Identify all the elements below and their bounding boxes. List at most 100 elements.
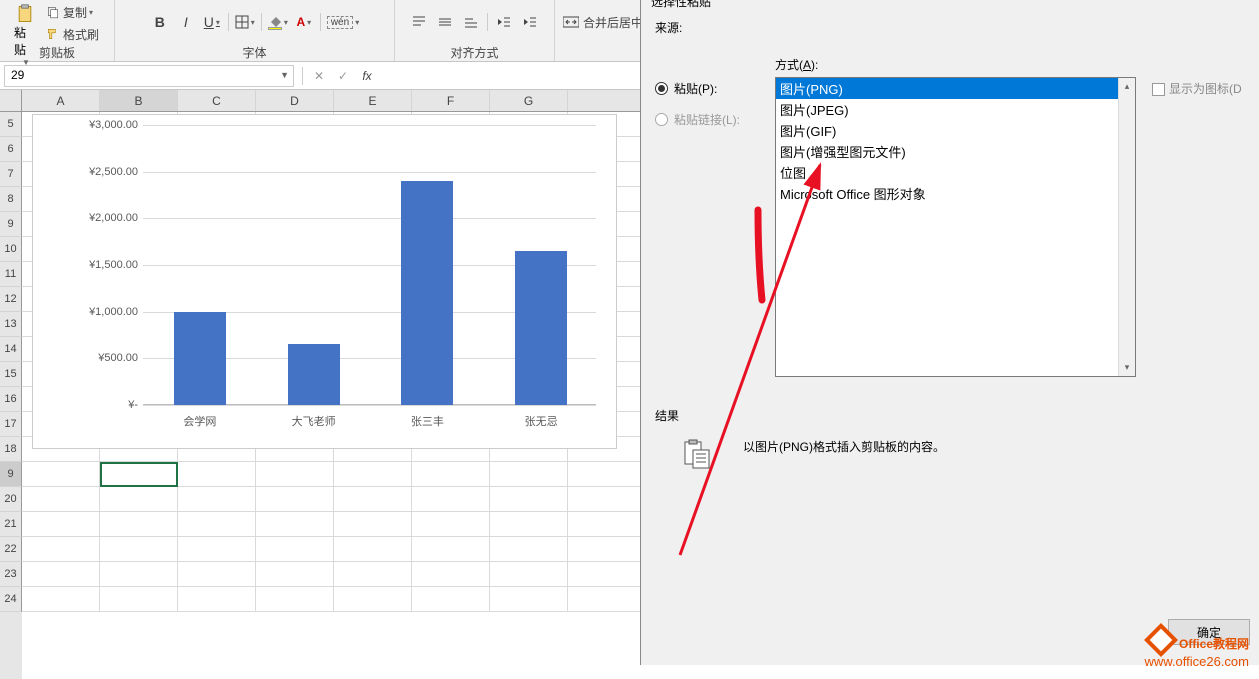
row-header[interactable]: 14 bbox=[0, 337, 22, 362]
list-item[interactable]: 图片(PNG) bbox=[776, 78, 1135, 99]
copy-button[interactable]: 复制▾ bbox=[46, 2, 106, 22]
row-headers[interactable]: 5678910111213141516171892021222324 bbox=[0, 90, 22, 679]
col-header[interactable]: C bbox=[178, 90, 256, 111]
enter-button[interactable]: ✓ bbox=[331, 69, 355, 83]
cell[interactable] bbox=[178, 512, 256, 536]
scroll-down-icon[interactable]: ▾ bbox=[1119, 359, 1135, 376]
row-header[interactable]: 7 bbox=[0, 162, 22, 187]
row-header[interactable]: 13 bbox=[0, 312, 22, 337]
cell[interactable] bbox=[412, 487, 490, 511]
list-item[interactable]: Microsoft Office 图形对象 bbox=[776, 183, 1135, 204]
row-header[interactable]: 10 bbox=[0, 237, 22, 262]
cell[interactable] bbox=[256, 562, 334, 586]
align-top-button[interactable] bbox=[409, 12, 429, 32]
chart-bar[interactable] bbox=[288, 344, 340, 405]
cell[interactable] bbox=[100, 562, 178, 586]
fx-button[interactable]: fx bbox=[355, 69, 379, 83]
cell[interactable] bbox=[178, 487, 256, 511]
cell[interactable] bbox=[178, 562, 256, 586]
cell[interactable] bbox=[100, 512, 178, 536]
cell[interactable] bbox=[22, 587, 100, 611]
row-header[interactable]: 5 bbox=[0, 112, 22, 137]
cell[interactable] bbox=[22, 562, 100, 586]
cell[interactable] bbox=[490, 487, 568, 511]
cell[interactable] bbox=[22, 462, 100, 486]
cell[interactable] bbox=[490, 462, 568, 486]
chart-bar[interactable] bbox=[515, 251, 567, 405]
row-header[interactable]: 6 bbox=[0, 137, 22, 162]
chevron-down-icon[interactable]: ▼ bbox=[280, 70, 289, 80]
cell[interactable] bbox=[490, 512, 568, 536]
cell[interactable] bbox=[100, 587, 178, 611]
chart-bar[interactable] bbox=[401, 181, 453, 405]
row-header[interactable]: 8 bbox=[0, 187, 22, 212]
col-header[interactable]: D bbox=[256, 90, 334, 111]
cell[interactable] bbox=[22, 537, 100, 561]
paste-button[interactable]: 粘贴 ▼ bbox=[8, 2, 42, 69]
embedded-chart[interactable]: ¥-¥500.00¥1,000.00¥1,500.00¥2,000.00¥2,5… bbox=[32, 114, 617, 449]
format-listbox[interactable]: 图片(PNG)图片(JPEG)图片(GIF)图片(增强型图元文件)位图Micro… bbox=[775, 77, 1136, 377]
row-header[interactable]: 15 bbox=[0, 362, 22, 387]
cell[interactable] bbox=[100, 537, 178, 561]
cell[interactable] bbox=[412, 537, 490, 561]
cell[interactable] bbox=[490, 562, 568, 586]
col-header[interactable]: B bbox=[100, 90, 178, 111]
row-header[interactable]: 20 bbox=[0, 487, 22, 512]
cell[interactable] bbox=[256, 537, 334, 561]
row-header[interactable]: 16 bbox=[0, 387, 22, 412]
row-header[interactable]: 17 bbox=[0, 412, 22, 437]
cell[interactable] bbox=[334, 587, 412, 611]
cell[interactable] bbox=[334, 537, 412, 561]
row-header[interactable]: 18 bbox=[0, 437, 22, 462]
row-header[interactable]: 12 bbox=[0, 287, 22, 312]
cell[interactable] bbox=[256, 462, 334, 486]
cell[interactable] bbox=[22, 512, 100, 536]
list-item[interactable]: 图片(GIF) bbox=[776, 120, 1135, 141]
align-mid-button[interactable] bbox=[435, 12, 455, 32]
indent-inc-button[interactable] bbox=[520, 12, 540, 32]
border-button[interactable]: ▾ bbox=[235, 12, 255, 32]
cell[interactable] bbox=[100, 462, 178, 486]
row-header[interactable]: 23 bbox=[0, 562, 22, 587]
scrollbar[interactable]: ▴ ▾ bbox=[1118, 78, 1135, 376]
row-header[interactable]: 21 bbox=[0, 512, 22, 537]
cell[interactable] bbox=[334, 462, 412, 486]
cell[interactable] bbox=[412, 587, 490, 611]
fill-color-button[interactable]: ▾ bbox=[268, 12, 288, 32]
phonetic-button[interactable]: wén▾ bbox=[327, 12, 359, 32]
cell[interactable] bbox=[334, 562, 412, 586]
cell[interactable] bbox=[412, 562, 490, 586]
cell[interactable] bbox=[490, 587, 568, 611]
cell[interactable] bbox=[178, 587, 256, 611]
cell[interactable] bbox=[100, 487, 178, 511]
format-painter-button[interactable]: 格式刷 bbox=[46, 24, 106, 44]
name-box[interactable]: 29 ▼ bbox=[4, 65, 294, 87]
cell[interactable] bbox=[256, 512, 334, 536]
cancel-button[interactable]: ✕ bbox=[307, 69, 331, 83]
row-header[interactable]: 9 bbox=[0, 212, 22, 237]
chart-bar[interactable] bbox=[174, 312, 226, 405]
col-header[interactable]: E bbox=[334, 90, 412, 111]
cell[interactable] bbox=[256, 587, 334, 611]
cell[interactable] bbox=[412, 512, 490, 536]
cell[interactable] bbox=[178, 537, 256, 561]
align-bot-button[interactable] bbox=[461, 12, 481, 32]
merge-button[interactable]: 合并后居中 bbox=[563, 12, 643, 32]
cell[interactable] bbox=[22, 487, 100, 511]
italic-button[interactable]: I bbox=[176, 12, 196, 32]
cell[interactable] bbox=[256, 487, 334, 511]
indent-dec-button[interactable] bbox=[494, 12, 514, 32]
cell[interactable] bbox=[334, 512, 412, 536]
row-header[interactable]: 22 bbox=[0, 537, 22, 562]
cell[interactable] bbox=[490, 537, 568, 561]
scroll-up-icon[interactable]: ▴ bbox=[1119, 78, 1135, 95]
bold-button[interactable]: B bbox=[150, 12, 170, 32]
list-item[interactable]: 位图 bbox=[776, 162, 1135, 183]
paste-radio[interactable]: 粘贴(P): bbox=[655, 80, 775, 97]
cell[interactable] bbox=[178, 462, 256, 486]
list-item[interactable]: 图片(JPEG) bbox=[776, 99, 1135, 120]
row-header[interactable]: 11 bbox=[0, 262, 22, 287]
underline-button[interactable]: U▾ bbox=[202, 12, 222, 32]
col-header[interactable]: G bbox=[490, 90, 568, 111]
cell[interactable] bbox=[334, 487, 412, 511]
